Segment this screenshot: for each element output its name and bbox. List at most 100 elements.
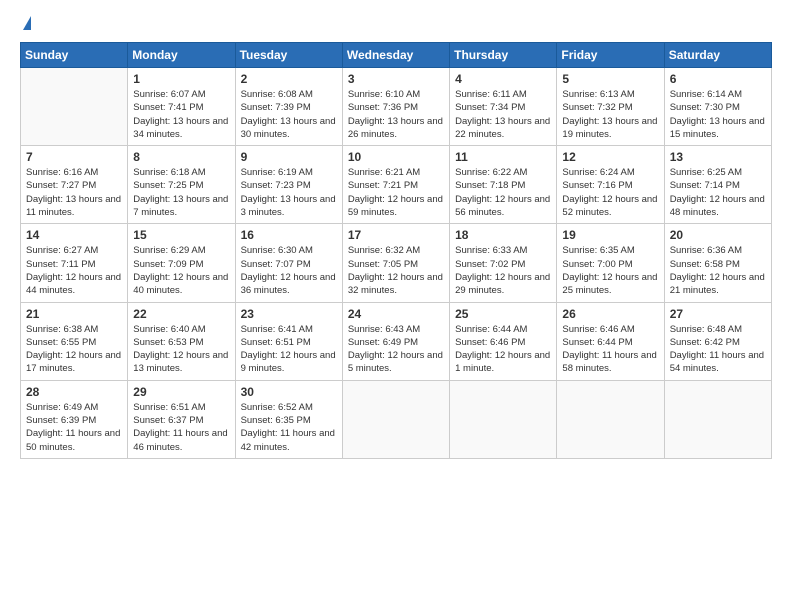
day-number: 10 xyxy=(348,150,444,164)
day-info: Sunrise: 6:11 AM Sunset: 7:34 PM Dayligh… xyxy=(455,88,551,141)
day-number: 12 xyxy=(562,150,658,164)
logo xyxy=(20,16,31,30)
calendar-cell: 5Sunrise: 6:13 AM Sunset: 7:32 PM Daylig… xyxy=(557,68,664,146)
day-info: Sunrise: 6:52 AM Sunset: 6:35 PM Dayligh… xyxy=(241,401,337,454)
weekday-header-sunday: Sunday xyxy=(21,43,128,68)
calendar-cell xyxy=(342,380,449,458)
weekday-header-saturday: Saturday xyxy=(664,43,771,68)
day-info: Sunrise: 6:48 AM Sunset: 6:42 PM Dayligh… xyxy=(670,323,766,376)
calendar-cell: 10 Sunrise: 6:21 AM Sunset: 7:21 PM Dayli… xyxy=(342,146,449,224)
day-info: Sunrise: 6:40 AM Sunset: 6:53 PM Dayligh… xyxy=(133,323,229,376)
day-info: Sunrise: 6:51 AM Sunset: 6:37 PM Dayligh… xyxy=(133,401,229,454)
calendar-cell: 23 Sunrise: 6:41 AM Sunset: 6:51 PM Dayli… xyxy=(235,302,342,380)
day-info: Sunrise: 6:44 AM Sunset: 6:46 PM Dayligh… xyxy=(455,323,551,376)
day-number: 27 xyxy=(670,307,766,321)
calendar-header-row: SundayMondayTuesdayWednesdayThursdayFrid… xyxy=(21,43,772,68)
day-info: Sunrise: 6:41 AM Sunset: 6:51 PM Dayligh… xyxy=(241,323,337,376)
weekday-header-wednesday: Wednesday xyxy=(342,43,449,68)
calendar-cell: 13 Sunrise: 6:25 AM Sunset: 7:14 PM Dayli… xyxy=(664,146,771,224)
day-info: Sunrise: 6:19 AM Sunset: 7:23 PM Dayligh… xyxy=(241,166,337,219)
day-info: Sunrise: 6:46 AM Sunset: 6:44 PM Dayligh… xyxy=(562,323,658,376)
day-number: 28 xyxy=(26,385,122,399)
day-info: Sunrise: 6:18 AM Sunset: 7:25 PM Dayligh… xyxy=(133,166,229,219)
calendar-table: SundayMondayTuesdayWednesdayThursdayFrid… xyxy=(20,42,772,459)
calendar-week-4: 21 Sunrise: 6:38 AM Sunset: 6:55 PM Dayli… xyxy=(21,302,772,380)
calendar-cell: 30 Sunrise: 6:52 AM Sunset: 6:35 PM Dayli… xyxy=(235,380,342,458)
calendar-week-3: 14 Sunrise: 6:27 AM Sunset: 7:11 PM Dayli… xyxy=(21,224,772,302)
calendar-week-2: 7 Sunrise: 6:16 AM Sunset: 7:27 PM Daylig… xyxy=(21,146,772,224)
day-info: Sunrise: 6:13 AM Sunset: 7:32 PM Dayligh… xyxy=(562,88,658,141)
calendar-cell: 24 Sunrise: 6:43 AM Sunset: 6:49 PM Dayli… xyxy=(342,302,449,380)
day-number: 14 xyxy=(26,228,122,242)
day-number: 9 xyxy=(241,150,337,164)
calendar-cell: 3Sunrise: 6:10 AM Sunset: 7:36 PM Daylig… xyxy=(342,68,449,146)
weekday-header-monday: Monday xyxy=(128,43,235,68)
calendar-cell: 6 Sunrise: 6:14 AM Sunset: 7:30 PM Daylig… xyxy=(664,68,771,146)
day-info: Sunrise: 6:14 AM Sunset: 7:30 PM Dayligh… xyxy=(670,88,766,141)
day-number: 29 xyxy=(133,385,229,399)
calendar-cell: 9 Sunrise: 6:19 AM Sunset: 7:23 PM Daylig… xyxy=(235,146,342,224)
day-number: 25 xyxy=(455,307,551,321)
day-number: 11 xyxy=(455,150,551,164)
calendar-cell: 2 Sunrise: 6:08 AM Sunset: 7:39 PM Daylig… xyxy=(235,68,342,146)
weekday-header-thursday: Thursday xyxy=(450,43,557,68)
weekday-header-friday: Friday xyxy=(557,43,664,68)
day-info: Sunrise: 6:49 AM Sunset: 6:39 PM Dayligh… xyxy=(26,401,122,454)
day-info: Sunrise: 6:16 AM Sunset: 7:27 PM Dayligh… xyxy=(26,166,122,219)
calendar-cell: 16 Sunrise: 6:30 AM Sunset: 7:07 PM Dayli… xyxy=(235,224,342,302)
day-number: 2 xyxy=(241,72,337,86)
day-number: 13 xyxy=(670,150,766,164)
day-number: 8 xyxy=(133,150,229,164)
calendar-cell: 27 Sunrise: 6:48 AM Sunset: 6:42 PM Dayli… xyxy=(664,302,771,380)
day-number: 18 xyxy=(455,228,551,242)
calendar-cell xyxy=(21,68,128,146)
calendar-cell: 14 Sunrise: 6:27 AM Sunset: 7:11 PM Dayli… xyxy=(21,224,128,302)
calendar-cell: 18 Sunrise: 6:33 AM Sunset: 7:02 PM Dayli… xyxy=(450,224,557,302)
day-number: 7 xyxy=(26,150,122,164)
day-number: 6 xyxy=(670,72,766,86)
day-number: 30 xyxy=(241,385,337,399)
day-info: Sunrise: 6:24 AM Sunset: 7:16 PM Dayligh… xyxy=(562,166,658,219)
day-info: Sunrise: 6:32 AM Sunset: 7:05 PM Dayligh… xyxy=(348,244,444,297)
day-info: Sunrise: 6:22 AM Sunset: 7:18 PM Dayligh… xyxy=(455,166,551,219)
calendar-cell: 8 Sunrise: 6:18 AM Sunset: 7:25 PM Daylig… xyxy=(128,146,235,224)
day-info: Sunrise: 6:08 AM Sunset: 7:39 PM Dayligh… xyxy=(241,88,337,141)
day-number: 21 xyxy=(26,307,122,321)
day-number: 17 xyxy=(348,228,444,242)
calendar-cell: 17 Sunrise: 6:32 AM Sunset: 7:05 PM Dayli… xyxy=(342,224,449,302)
day-info: Sunrise: 6:33 AM Sunset: 7:02 PM Dayligh… xyxy=(455,244,551,297)
calendar-cell: 28 Sunrise: 6:49 AM Sunset: 6:39 PM Dayli… xyxy=(21,380,128,458)
calendar-cell: 25 Sunrise: 6:44 AM Sunset: 6:46 PM Dayli… xyxy=(450,302,557,380)
calendar-cell: 20 Sunrise: 6:36 AM Sunset: 6:58 PM Dayli… xyxy=(664,224,771,302)
calendar-cell: 22 Sunrise: 6:40 AM Sunset: 6:53 PM Dayli… xyxy=(128,302,235,380)
calendar-cell: 12 Sunrise: 6:24 AM Sunset: 7:16 PM Dayli… xyxy=(557,146,664,224)
day-info: Sunrise: 6:30 AM Sunset: 7:07 PM Dayligh… xyxy=(241,244,337,297)
day-info: Sunrise: 6:38 AM Sunset: 6:55 PM Dayligh… xyxy=(26,323,122,376)
calendar-cell xyxy=(557,380,664,458)
day-info: Sunrise: 6:27 AM Sunset: 7:11 PM Dayligh… xyxy=(26,244,122,297)
day-number: 23 xyxy=(241,307,337,321)
day-number: 20 xyxy=(670,228,766,242)
day-number: 19 xyxy=(562,228,658,242)
day-info: Sunrise: 6:36 AM Sunset: 6:58 PM Dayligh… xyxy=(670,244,766,297)
day-number: 15 xyxy=(133,228,229,242)
weekday-header-tuesday: Tuesday xyxy=(235,43,342,68)
day-info: Sunrise: 6:25 AM Sunset: 7:14 PM Dayligh… xyxy=(670,166,766,219)
day-info: Sunrise: 6:10 AM Sunset: 7:36 PM Dayligh… xyxy=(348,88,444,141)
day-number: 24 xyxy=(348,307,444,321)
day-info: Sunrise: 6:43 AM Sunset: 6:49 PM Dayligh… xyxy=(348,323,444,376)
calendar-cell: 29 Sunrise: 6:51 AM Sunset: 6:37 PM Dayli… xyxy=(128,380,235,458)
calendar-cell: 26 Sunrise: 6:46 AM Sunset: 6:44 PM Dayli… xyxy=(557,302,664,380)
day-info: Sunrise: 6:21 AM Sunset: 7:21 PM Dayligh… xyxy=(348,166,444,219)
calendar-cell: 11 Sunrise: 6:22 AM Sunset: 7:18 PM Dayli… xyxy=(450,146,557,224)
calendar-cell xyxy=(664,380,771,458)
day-number: 4 xyxy=(455,72,551,86)
calendar-week-5: 28 Sunrise: 6:49 AM Sunset: 6:39 PM Dayli… xyxy=(21,380,772,458)
page-header xyxy=(20,16,772,30)
day-number: 22 xyxy=(133,307,229,321)
calendar-cell: 4 Sunrise: 6:11 AM Sunset: 7:34 PM Daylig… xyxy=(450,68,557,146)
day-number: 26 xyxy=(562,307,658,321)
calendar-week-1: 1Sunrise: 6:07 AM Sunset: 7:41 PM Daylig… xyxy=(21,68,772,146)
calendar-cell: 7 Sunrise: 6:16 AM Sunset: 7:27 PM Daylig… xyxy=(21,146,128,224)
day-number: 16 xyxy=(241,228,337,242)
